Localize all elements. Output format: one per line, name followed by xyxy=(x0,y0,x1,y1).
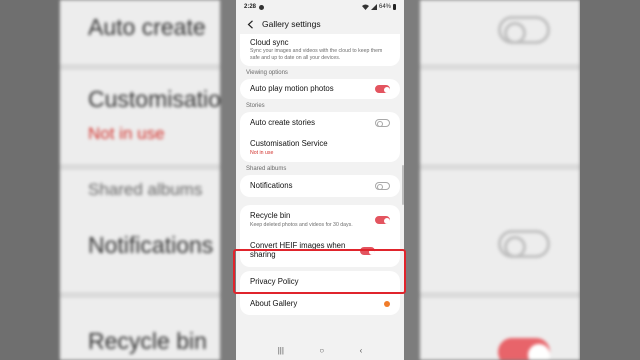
cloud-sync-text: Cloud sync Sync your images and videos w… xyxy=(250,37,390,62)
customisation-service-label: Customisation Service xyxy=(250,138,328,148)
backdrop-toggle xyxy=(498,338,550,360)
viewing-options-card: Auto play motion photos xyxy=(240,79,400,99)
backdrop-text: Auto create xyxy=(88,14,206,40)
recent-apps-button[interactable]: ||| xyxy=(278,346,284,355)
notifications-label: Notifications xyxy=(250,180,293,190)
cloud-sync-label: Cloud sync xyxy=(250,37,289,47)
page-title: Gallery settings xyxy=(262,19,321,29)
backdrop-divider xyxy=(60,292,220,298)
signal-icon xyxy=(370,4,377,10)
highlight-annotation-box xyxy=(233,249,406,294)
scrollbar[interactable] xyxy=(402,165,404,205)
recycle-bin-description: Keep deleted photos and videos for 30 da… xyxy=(250,221,353,228)
cloud-sync-row[interactable]: Cloud sync Sync your images and videos w… xyxy=(240,34,400,66)
auto-create-stories-row[interactable]: Auto create stories xyxy=(240,112,400,134)
backdrop-text: Notifications xyxy=(88,232,214,258)
notifications-row[interactable]: Notifications xyxy=(240,175,400,197)
section-header-shared-albums: Shared albums xyxy=(246,166,287,172)
status-time: 2:28 xyxy=(244,4,257,10)
auto-play-label: Auto play motion photos xyxy=(250,83,334,93)
status-bar: 2:28 64% xyxy=(236,0,404,14)
status-right: 64% xyxy=(361,4,396,10)
backdrop-text: Not in use xyxy=(88,124,165,143)
recycle-bin-toggle[interactable] xyxy=(375,216,390,224)
backdrop-edge-left xyxy=(0,0,60,360)
backdrop-divider xyxy=(60,64,220,70)
auto-play-row[interactable]: Auto play motion photos xyxy=(240,79,400,99)
backdrop-divider xyxy=(420,164,580,170)
cloud-sync-card: Cloud sync Sync your images and videos w… xyxy=(240,34,400,66)
wifi-icon xyxy=(361,4,369,10)
section-header-stories: Stories xyxy=(246,103,265,109)
navigation-bar: ||| ○ ‹ xyxy=(236,340,404,360)
about-gallery-label: About Gallery xyxy=(250,298,298,308)
backdrop-right-panel xyxy=(420,0,580,360)
notifications-toggle[interactable] xyxy=(375,182,390,190)
phone-screen: 2:28 64% Gallery settings Cloud sync Syn… xyxy=(236,0,404,360)
stories-card: Auto create stories Customisation Servic… xyxy=(240,112,400,162)
battery-icon xyxy=(393,4,396,10)
shared-albums-card: Notifications xyxy=(240,175,400,197)
backdrop-text: Shared albums xyxy=(88,180,203,199)
back-button[interactable] xyxy=(244,18,256,30)
update-badge-icon xyxy=(384,301,390,307)
section-header-viewing-options: Viewing options xyxy=(246,70,288,76)
backdrop-text: Customisation xyxy=(88,86,220,112)
customisation-status: Not in use xyxy=(250,149,274,156)
recycle-bin-row[interactable]: Recycle bin Keep deleted photos and vide… xyxy=(240,205,400,235)
backdrop-left-panel: Auto create Customisation Not in use Sha… xyxy=(60,0,220,360)
auto-create-stories-label: Auto create stories xyxy=(250,117,316,127)
about-gallery-row[interactable]: About Gallery xyxy=(240,293,400,315)
backdrop-edge-right xyxy=(580,0,640,360)
back-arrow-icon xyxy=(247,19,253,29)
battery-percent: 64% xyxy=(378,4,391,10)
recycle-bin-label: Recycle bin xyxy=(250,210,291,220)
customisation-service-row[interactable]: Customisation Service Not in use xyxy=(240,134,400,162)
cloud-sync-description: Sync your images and videos with the clo… xyxy=(250,48,383,61)
backdrop-divider xyxy=(420,292,580,298)
app-bar: Gallery settings xyxy=(236,14,404,34)
settings-notification-icon xyxy=(259,4,265,10)
backdrop-toggle xyxy=(498,16,550,44)
backdrop-divider xyxy=(60,164,220,170)
home-button[interactable]: ○ xyxy=(319,346,324,355)
auto-create-stories-toggle[interactable] xyxy=(375,119,390,127)
backdrop-text: Recycle bin xyxy=(88,328,207,354)
auto-play-toggle[interactable] xyxy=(375,85,390,93)
nav-back-button[interactable]: ‹ xyxy=(360,346,363,355)
backdrop-divider xyxy=(420,64,580,70)
backdrop-toggle xyxy=(498,230,550,258)
